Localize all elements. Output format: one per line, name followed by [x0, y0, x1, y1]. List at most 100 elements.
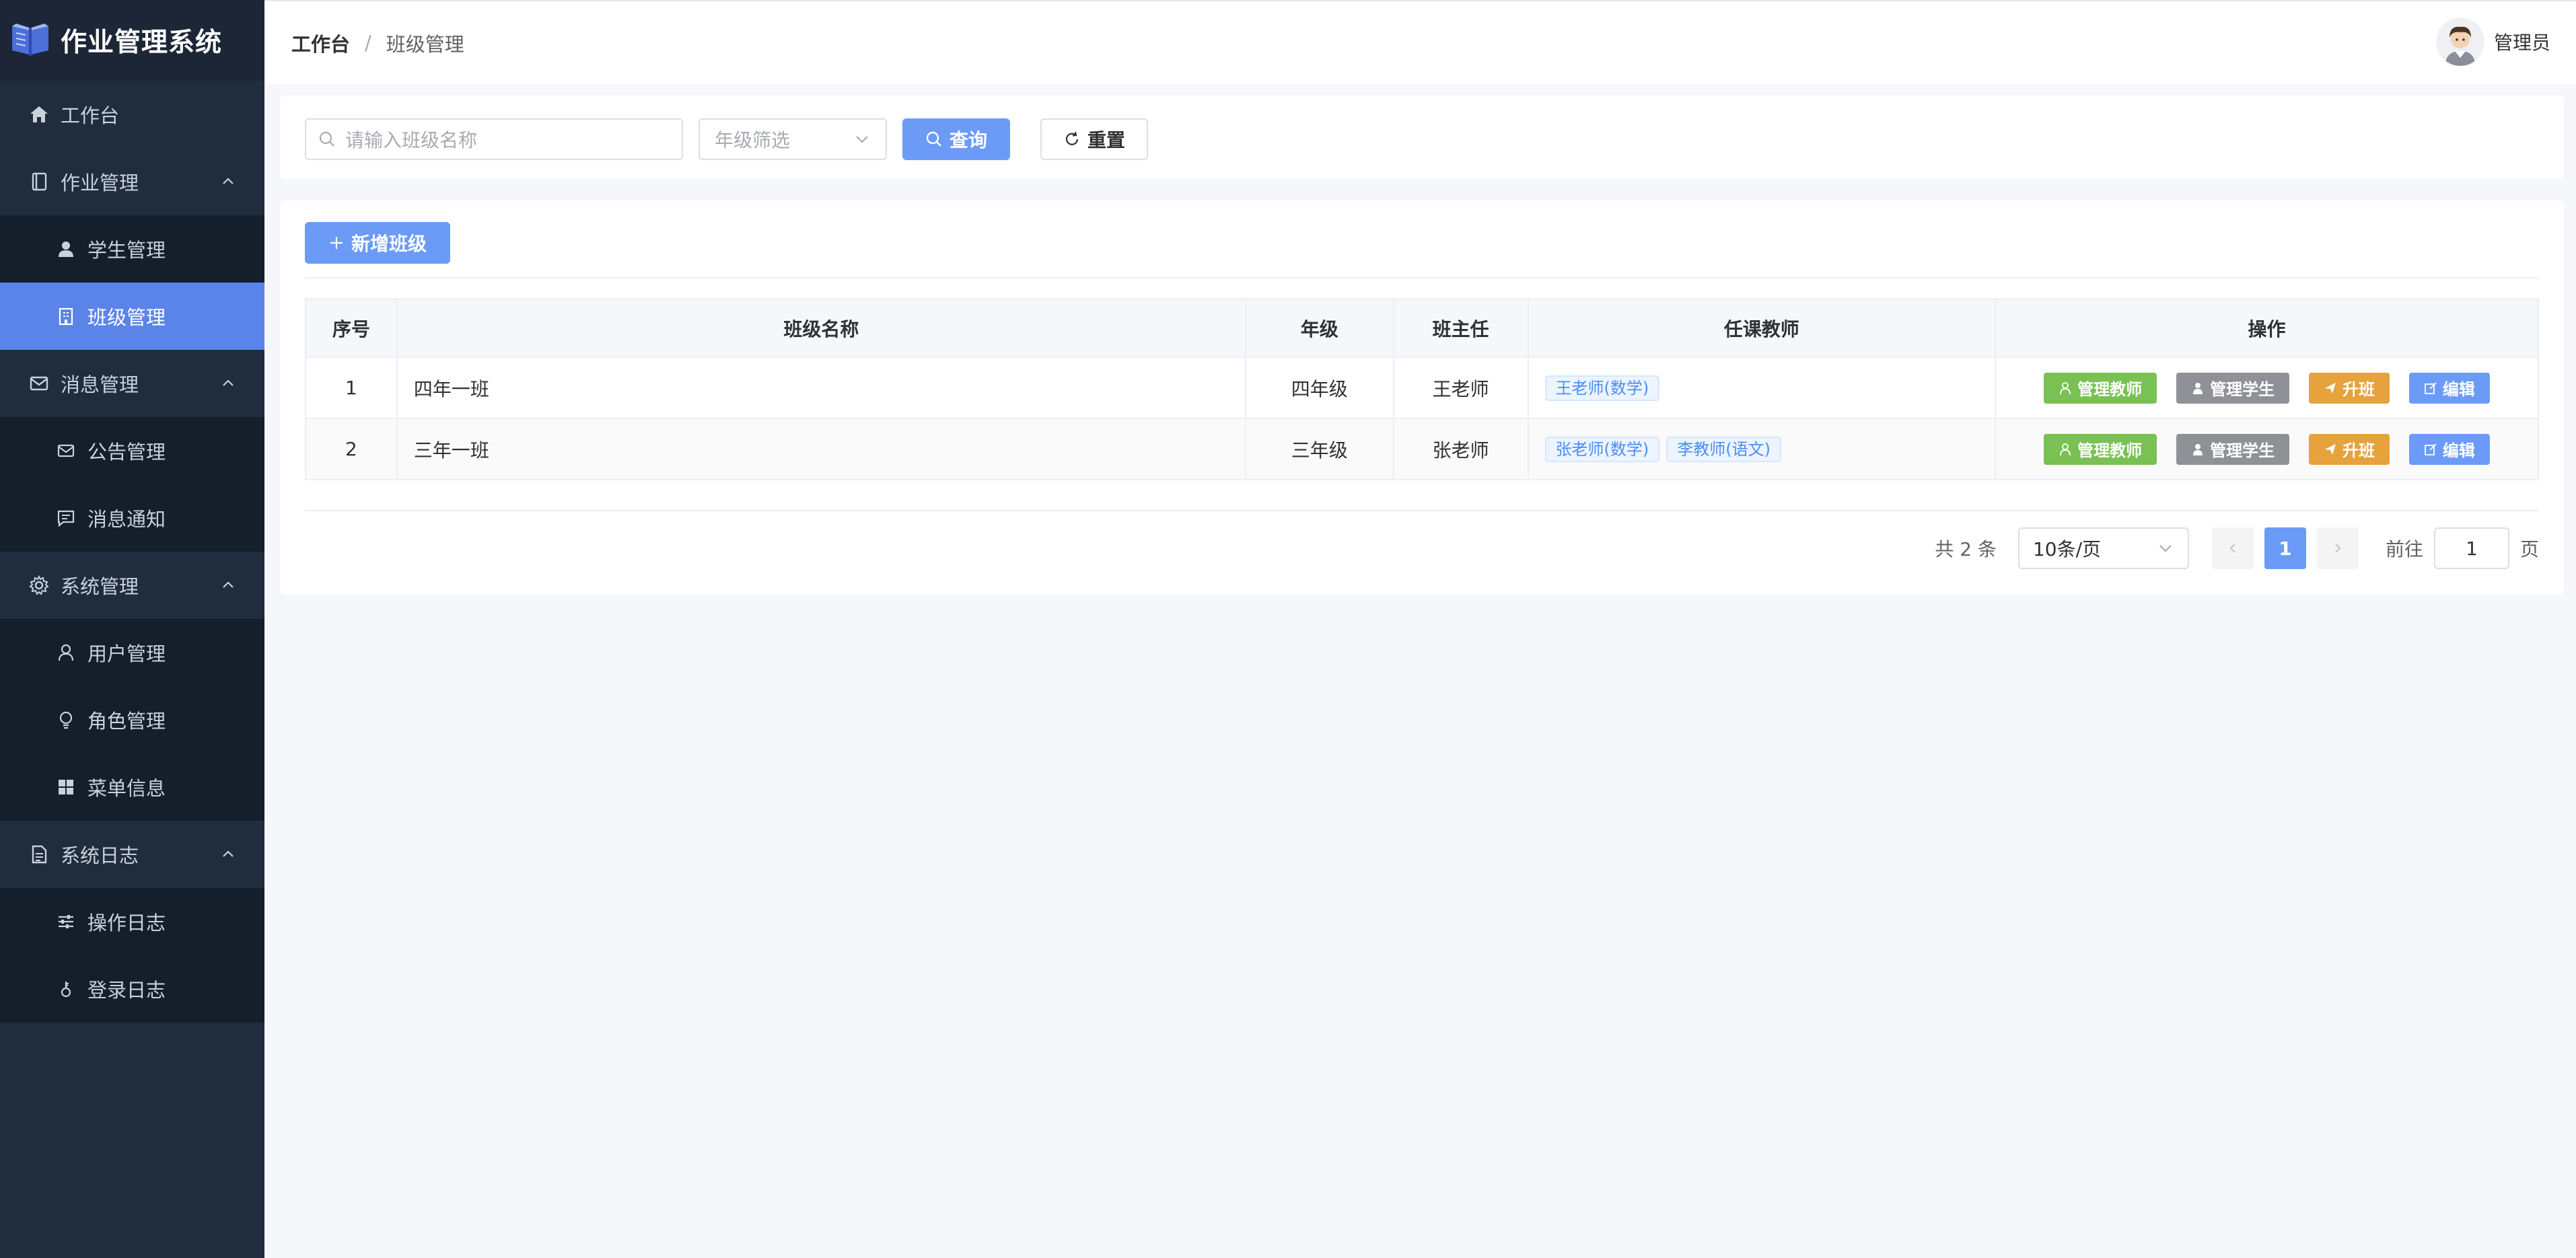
send-icon: [2324, 381, 2337, 395]
column-header-index: 序号: [306, 299, 398, 357]
sidebar-item-workbench[interactable]: 工作台: [0, 81, 264, 148]
prev-page-button[interactable]: [2211, 527, 2254, 569]
page-size-value: 10条/页: [2032, 538, 2102, 560]
class-table: 序号 班级名称 年级 班主任 任课教师 操作 1 四年一班 四年级 王老师 王老…: [305, 298, 2539, 480]
sidebar-item-menus[interactable]: 菜单信息: [0, 753, 264, 821]
next-page-button[interactable]: [2316, 527, 2359, 569]
search-icon: [318, 131, 336, 148]
manage-students-label: 管理学生: [2210, 441, 2275, 460]
cell-index: 1: [306, 357, 398, 418]
edit-button[interactable]: 编辑: [2408, 433, 2490, 465]
manage-students-button[interactable]: 管理学生: [2176, 372, 2290, 404]
sidebar-item-label: 学生管理: [87, 239, 166, 262]
sidebar-item-label: 菜单信息: [87, 777, 166, 800]
sliders-icon: [54, 910, 78, 934]
cell-teachers: 王老师(数学): [1528, 357, 1997, 418]
cell-head-teacher: 王老师: [1393, 357, 1529, 418]
chevron-right-icon: [2331, 538, 2345, 560]
avatar[interactable]: [2435, 17, 2484, 66]
sidebar-item-label: 作业管理: [61, 172, 139, 194]
send-icon: [2324, 443, 2337, 456]
chat-icon: [54, 506, 78, 530]
brand: 作业管理系统: [0, 0, 264, 81]
reset-button[interactable]: 重置: [1040, 118, 1148, 160]
chevron-left-icon: [2226, 538, 2240, 560]
chevron-up-icon: [219, 576, 238, 595]
sidebar-item-notifications[interactable]: 消息通知: [0, 484, 264, 552]
sidebar-item-roles[interactable]: 角色管理: [0, 686, 264, 753]
gear-icon: [27, 573, 51, 597]
chevron-down-icon: [2157, 540, 2174, 562]
table-header-row: 序号 班级名称 年级 班主任 任课教师 操作: [306, 299, 2539, 357]
manage-teachers-button[interactable]: 管理教师: [2044, 372, 2157, 404]
page-suffix: 页: [2519, 538, 2539, 560]
add-class-button-label: 新增班级: [351, 233, 427, 255]
plus-icon: [328, 235, 345, 251]
page-number-current[interactable]: 1: [2264, 527, 2306, 569]
sidebar-item-label: 消息通知: [87, 508, 166, 531]
column-header-actions: 操作: [1995, 299, 2539, 357]
cell-class-name: 三年一班: [396, 418, 1246, 480]
pagination-total: 共 2 条: [1935, 538, 1997, 560]
column-header-grade: 年级: [1245, 299, 1394, 357]
add-class-button[interactable]: 新增班级: [305, 222, 450, 264]
cell-head-teacher: 张老师: [1393, 418, 1529, 480]
user-filled-icon: [2191, 443, 2205, 456]
toolbar-divider: [305, 277, 2539, 279]
manage-teachers-label: 管理教师: [2077, 380, 2143, 399]
query-button[interactable]: 查询: [902, 118, 1010, 160]
user-name[interactable]: 管理员: [2494, 28, 2550, 55]
promote-label: 升班: [2342, 380, 2375, 399]
manage-teachers-button[interactable]: 管理教师: [2044, 433, 2157, 465]
search-panel: 请输入班级名称 年级筛选 查询 重置: [280, 96, 2564, 179]
sidebar-item-classes[interactable]: 班级管理: [0, 283, 264, 350]
sidebar-item-label: 公告管理: [87, 441, 166, 464]
mail-icon: [27, 371, 51, 396]
user-icon: [54, 640, 78, 665]
column-header-teachers: 任课教师: [1528, 299, 1997, 357]
breadcrumb: 工作台 / 班级管理: [291, 29, 464, 57]
edit-button[interactable]: 编辑: [2408, 372, 2490, 404]
chevron-down-icon: [853, 131, 871, 153]
sidebar-menu: 工作台 作业管理 学生管理 班级管理 消息管理 公告管理 消息通知 系统管理 用…: [0, 81, 264, 1023]
sidebar-group-homework[interactable]: 作业管理: [0, 148, 264, 215]
page-size-select[interactable]: 10条/页: [2017, 527, 2189, 569]
pagination-divider: [305, 510, 2539, 511]
column-header-class-name: 班级名称: [396, 299, 1246, 357]
key-icon: [54, 977, 78, 1001]
sidebar-item-login-log[interactable]: 登录日志: [0, 955, 264, 1023]
breadcrumb-home[interactable]: 工作台: [291, 29, 350, 57]
query-button-label: 查询: [949, 129, 987, 151]
chevron-up-icon: [219, 374, 238, 393]
user-menu[interactable]: 管理员: [2435, 17, 2550, 66]
sidebar-item-announcements[interactable]: 公告管理: [0, 417, 264, 484]
teacher-tag: 王老师(数学): [1544, 375, 1660, 401]
sidebar-group-system[interactable]: 系统管理: [0, 552, 264, 619]
manage-students-button[interactable]: 管理学生: [2176, 433, 2290, 465]
sidebar-item-label: 登录日志: [87, 979, 166, 1002]
refresh-icon: [1063, 131, 1081, 148]
manage-teachers-label: 管理教师: [2077, 441, 2143, 460]
book-logo-icon: [9, 21, 51, 60]
breadcrumb-separator: /: [365, 31, 371, 54]
teacher-tag: 李教师(语文): [1666, 436, 1782, 462]
user-filled-icon: [54, 237, 78, 261]
class-list-panel: 新增班级 序号 班级名称 年级 班主任 任课教师 操作 1 四年一班 四年级 王…: [280, 200, 2564, 595]
sidebar-item-operation-log[interactable]: 操作日志: [0, 888, 264, 955]
grade-filter-select[interactable]: 年级筛选: [699, 118, 887, 160]
sidebar-group-messages[interactable]: 消息管理: [0, 350, 264, 417]
sidebar-item-label: 工作台: [61, 104, 120, 127]
sidebar-item-students[interactable]: 学生管理: [0, 215, 264, 283]
search-placeholder: 请输入班级名称: [345, 129, 478, 151]
class-name-search-input[interactable]: 请输入班级名称: [305, 118, 683, 160]
edit-icon: [2424, 381, 2437, 395]
sidebar-item-users[interactable]: 用户管理: [0, 619, 264, 686]
sidebar-item-label: 角色管理: [87, 710, 166, 733]
promote-button[interactable]: 升班: [2308, 372, 2390, 404]
grid-icon: [54, 775, 78, 799]
goto-page-input[interactable]: 1: [2433, 527, 2509, 569]
notebook-icon: [27, 170, 51, 194]
promote-label: 升班: [2342, 441, 2375, 460]
sidebar-group-logs[interactable]: 系统日志: [0, 821, 264, 888]
promote-button[interactable]: 升班: [2308, 433, 2390, 465]
